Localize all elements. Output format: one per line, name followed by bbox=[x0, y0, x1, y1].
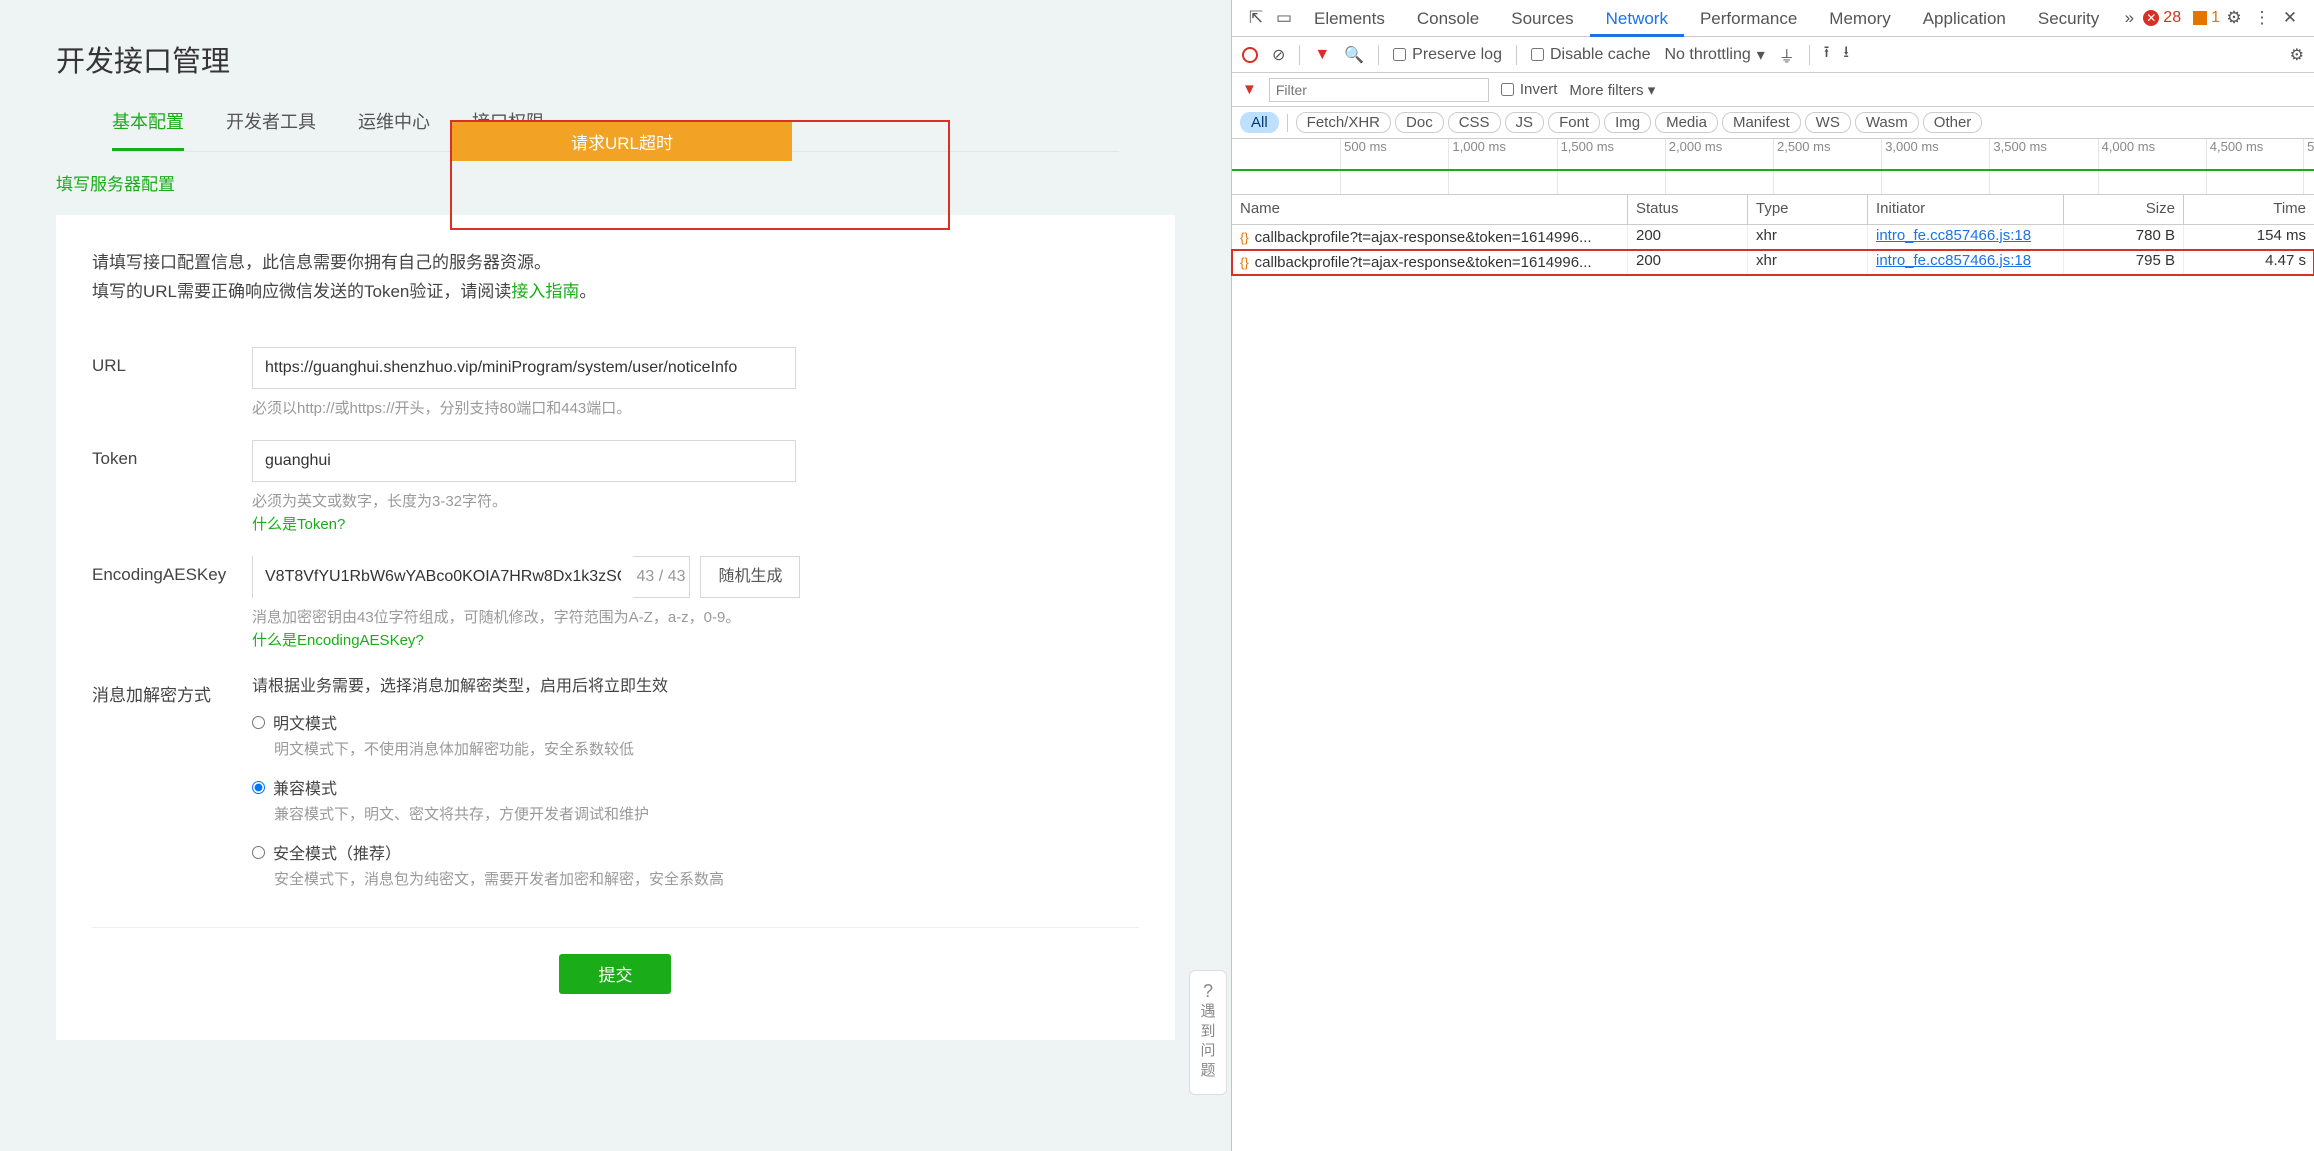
tab-basic[interactable]: 基本配置 bbox=[112, 108, 184, 151]
download-har-icon[interactable]: ⭳ bbox=[1843, 41, 1849, 68]
pill-all[interactable]: All bbox=[1240, 112, 1279, 133]
aeskey-hint: 消息加密密钥由43位字符组成，可随机修改，字符范围为A-Z，a-z，0-9。 bbox=[252, 606, 1139, 627]
error-badge[interactable]: ✕28 bbox=[2143, 9, 2181, 27]
resource-type-pills: All Fetch/XHR Doc CSS JS Font Img Media … bbox=[1232, 107, 2314, 139]
page-title: 开发接口管理 bbox=[56, 38, 1175, 80]
submit-button[interactable]: 提交 bbox=[559, 954, 671, 994]
pill-css[interactable]: CSS bbox=[1448, 112, 1501, 133]
what-is-token-link[interactable]: 什么是Token? bbox=[252, 513, 1139, 534]
help-icon: ? bbox=[1190, 981, 1226, 1002]
filter-toggle-icon[interactable]: ▼ bbox=[1314, 46, 1330, 64]
random-generate-button[interactable]: 随机生成 bbox=[700, 556, 800, 598]
xhr-icon: {} bbox=[1240, 255, 1249, 270]
config-card: 请填写接口配置信息，此信息需要你拥有自己的服务器资源。 填写的URL需要正确响应… bbox=[56, 215, 1175, 1040]
radio-safe[interactable] bbox=[252, 846, 265, 859]
close-devtools-icon[interactable]: ✕ bbox=[2276, 8, 2304, 28]
more-filters-dropdown[interactable]: More filters ▾ bbox=[1569, 81, 1655, 99]
pill-manifest[interactable]: Manifest bbox=[1722, 112, 1801, 133]
tab-security[interactable]: Security bbox=[2022, 0, 2115, 37]
col-time[interactable]: Time bbox=[2184, 195, 2314, 224]
aeskey-label: EncodingAESKey bbox=[92, 556, 252, 650]
help-float[interactable]: ? 遇 到 问 题 bbox=[1189, 970, 1227, 1095]
token-label: Token bbox=[92, 440, 252, 534]
radio-safe-sub: 安全模式下，消息包为纯密文，需要开发者加密和解密，安全系数高 bbox=[274, 868, 1139, 889]
tab-network[interactable]: Network bbox=[1590, 0, 1684, 37]
tip-text: 请填写接口配置信息，此信息需要你拥有自己的服务器资源。 填写的URL需要正确响应… bbox=[92, 249, 1139, 307]
what-is-aeskey-link[interactable]: 什么是EncodingAESKey? bbox=[252, 629, 1139, 650]
tab-elements[interactable]: Elements bbox=[1298, 0, 1401, 37]
disable-cache-checkbox[interactable]: Disable cache bbox=[1531, 46, 1651, 64]
network-filter-row: ▼ Invert More filters ▾ bbox=[1232, 73, 2314, 107]
pill-ws[interactable]: WS bbox=[1805, 112, 1851, 133]
clear-icon[interactable]: ⊘ bbox=[1272, 45, 1285, 65]
pill-font[interactable]: Font bbox=[1548, 112, 1600, 133]
access-guide-link[interactable]: 接入指南 bbox=[511, 282, 579, 301]
record-icon[interactable] bbox=[1242, 47, 1258, 63]
timeout-toast: 请求URL超时 bbox=[452, 122, 792, 161]
encryption-tip: 请根据业务需要，选择消息加解密类型，启用后将立即生效 bbox=[252, 672, 1139, 696]
server-config-link[interactable]: 填写服务器配置 bbox=[56, 170, 175, 195]
tab-ops[interactable]: 运维中心 bbox=[358, 108, 430, 151]
col-size[interactable]: Size bbox=[2064, 195, 2184, 224]
pill-doc[interactable]: Doc bbox=[1395, 112, 1444, 133]
tab-performance[interactable]: Performance bbox=[1684, 0, 1813, 37]
tab-console[interactable]: Console bbox=[1401, 0, 1495, 37]
pill-js[interactable]: JS bbox=[1505, 112, 1545, 133]
tab-memory[interactable]: Memory bbox=[1813, 0, 1906, 37]
col-type[interactable]: Type bbox=[1748, 195, 1868, 224]
toast-highlight-box: 请求URL超时 bbox=[450, 120, 950, 230]
initiator-link[interactable]: intro_fe.cc857466.js:18 bbox=[1876, 252, 2031, 269]
initiator-link[interactable]: intro_fe.cc857466.js:18 bbox=[1876, 227, 2031, 244]
pill-img[interactable]: Img bbox=[1604, 112, 1651, 133]
col-initiator[interactable]: Initiator bbox=[1868, 195, 2064, 224]
url-input[interactable] bbox=[252, 347, 796, 389]
aeskey-input[interactable] bbox=[253, 556, 633, 598]
url-label: URL bbox=[92, 347, 252, 418]
help-text: 遇 bbox=[1190, 1002, 1226, 1022]
settings-icon[interactable]: ⚙ bbox=[2220, 8, 2248, 28]
pill-other[interactable]: Other bbox=[1923, 112, 1983, 133]
wifi-icon[interactable]: ⏚ bbox=[1779, 43, 1795, 67]
pill-xhr[interactable]: Fetch/XHR bbox=[1296, 112, 1391, 133]
aeskey-count: 43 / 43 bbox=[633, 568, 689, 586]
throttling-select[interactable]: No throttling▾ bbox=[1664, 45, 1764, 65]
col-status[interactable]: Status bbox=[1628, 195, 1748, 224]
xhr-icon: {} bbox=[1240, 230, 1249, 245]
radio-compat-sub: 兼容模式下，明文、密文将共存，方便开发者调试和维护 bbox=[274, 803, 1139, 824]
filter-input[interactable] bbox=[1269, 78, 1489, 102]
col-name[interactable]: Name bbox=[1232, 195, 1628, 224]
inspect-icon[interactable]: ⇱ bbox=[1242, 8, 1270, 28]
network-row[interactable]: {}callbackprofile?t=ajax-response&token=… bbox=[1232, 225, 2314, 250]
funnel-icon[interactable]: ▼ bbox=[1242, 81, 1257, 98]
token-hint: 必须为英文或数字，长度为3-32字符。 bbox=[252, 490, 1139, 511]
encryption-label: 消息加解密方式 bbox=[92, 672, 252, 905]
pill-media[interactable]: Media bbox=[1655, 112, 1718, 133]
tab-sources[interactable]: Sources bbox=[1495, 0, 1589, 37]
wechat-admin-panel: 开发接口管理 基本配置 开发者工具 运维中心 接口权限 填写服务器配置 请求UR… bbox=[0, 0, 1231, 1151]
network-settings-icon[interactable]: ⚙ bbox=[2290, 45, 2304, 65]
devtools-tabbar: ⇱ ▭ Elements Console Sources Network Per… bbox=[1232, 0, 2314, 37]
radio-plain[interactable] bbox=[252, 716, 265, 729]
search-icon[interactable]: 🔍 bbox=[1344, 45, 1364, 65]
radio-plain-sub: 明文模式下，不使用消息体加解密功能，安全系数较低 bbox=[274, 738, 1139, 759]
pill-wasm[interactable]: Wasm bbox=[1855, 112, 1919, 133]
network-grid-header: Name Status Type Initiator Size Time bbox=[1232, 195, 2314, 225]
network-toolbar: ⊘ ▼ 🔍 Preserve log Disable cache No thro… bbox=[1232, 37, 2314, 73]
preserve-log-checkbox[interactable]: Preserve log bbox=[1393, 46, 1502, 64]
network-timeline[interactable]: 500 ms 1,000 ms 1,500 ms 2,000 ms 2,500 … bbox=[1232, 139, 2314, 195]
token-input[interactable] bbox=[252, 440, 796, 482]
url-hint: 必须以http://或https://开头，分别支持80端口和443端口。 bbox=[252, 397, 1139, 418]
network-row[interactable]: {}callbackprofile?t=ajax-response&token=… bbox=[1232, 250, 2314, 275]
warning-badge[interactable]: 1 bbox=[2193, 9, 2220, 27]
tab-devtools[interactable]: 开发者工具 bbox=[226, 108, 316, 151]
upload-har-icon[interactable]: ⭱ bbox=[1824, 41, 1830, 68]
invert-checkbox[interactable]: Invert bbox=[1501, 81, 1558, 98]
devtools-panel: ⇱ ▭ Elements Console Sources Network Per… bbox=[1231, 0, 2314, 1151]
kebab-icon[interactable]: ⋮ bbox=[2248, 8, 2276, 28]
tab-application[interactable]: Application bbox=[1907, 0, 2022, 37]
device-toggle-icon[interactable]: ▭ bbox=[1270, 8, 1298, 28]
more-tabs-icon[interactable]: » bbox=[2115, 8, 2143, 28]
radio-compat[interactable] bbox=[252, 781, 265, 794]
